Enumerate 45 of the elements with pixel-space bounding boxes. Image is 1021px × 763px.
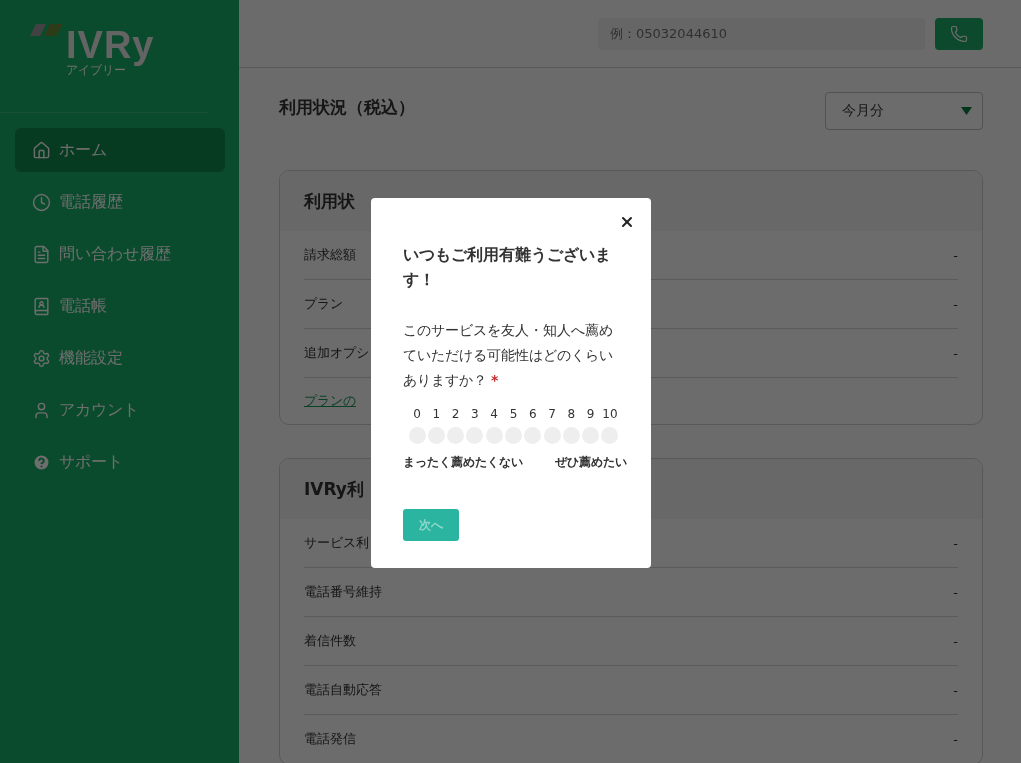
score-option[interactable]: 0 [408,407,426,444]
logo-name: IVRy [66,24,155,66]
row-value: - [953,731,958,747]
score-option[interactable]: 7 [543,407,562,444]
row-value: - [953,345,958,361]
clock-icon [32,192,51,212]
survey-question: このサービスを友人・知人へ薦めていただける可能性はどのくらいありますか？ * [403,321,614,390]
row-label: 追加オプシ [304,344,369,362]
document-icon [32,244,51,264]
row-label: 着信件数 [304,632,356,650]
home-icon [32,140,51,160]
close-button[interactable] [619,214,635,230]
row-value: - [953,535,958,551]
logo-reading: アイブリー [66,63,126,77]
user-icon [32,400,51,420]
logo-icon [30,24,64,37]
score-option[interactable]: 2 [446,407,465,444]
score-option[interactable]: 4 [485,407,504,444]
score-option[interactable]: 8 [562,407,581,444]
row-label: 電話自動応答 [304,681,382,699]
score-option[interactable]: 10 [600,407,619,444]
row-value: - [953,247,958,263]
gear-icon [32,348,51,368]
dialog-title: いつもご利用有難うございます！ [403,244,612,291]
score-option[interactable]: 3 [465,407,484,444]
score-option[interactable]: 1 [427,407,446,444]
help-icon [32,452,51,472]
caret-icon [961,107,972,115]
close-icon [619,214,635,230]
page-title: 利用状況（税込） [279,96,415,119]
row-label: 請求総額 [304,246,356,264]
row-label: サービス利 [304,534,369,552]
book-icon [32,296,51,316]
score-option[interactable]: 5 [504,407,523,444]
period-select[interactable]: 今月分 [825,92,983,130]
row-value: - [953,296,958,312]
row-label: 電話発信 [304,730,356,748]
phone-icon [950,24,968,43]
score-option[interactable]: 9 [581,407,600,444]
row-label: 電話番号維持 [304,583,382,601]
row-label: プラン [304,295,343,313]
row-value: - [953,584,958,600]
score-option[interactable]: 6 [523,407,542,444]
row-value: - [953,633,958,649]
row-value: - [953,682,958,698]
